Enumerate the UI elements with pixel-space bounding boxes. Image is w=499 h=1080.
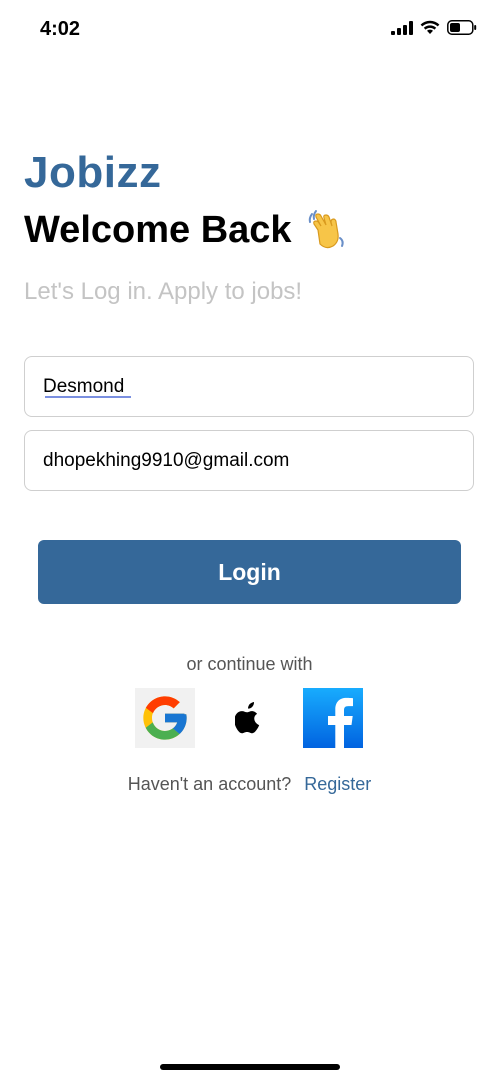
status-icons: [391, 20, 477, 35]
email-field[interactable]: [24, 430, 474, 491]
home-indicator[interactable]: [160, 1064, 340, 1070]
login-screen: 4:02 Jobizz Welcome Back Let's Log in. A…: [0, 0, 499, 1080]
apple-icon: [235, 702, 260, 734]
spellcheck-underline: [45, 396, 131, 398]
waving-hand-icon: [308, 210, 344, 249]
cellular-signal-icon: [391, 20, 413, 35]
name-field[interactable]: [24, 356, 474, 417]
apple-login-button[interactable]: [219, 688, 279, 748]
wifi-icon: [420, 20, 440, 34]
facebook-login-button[interactable]: [303, 688, 363, 748]
google-icon: [143, 696, 187, 740]
brand-logo-text: Jobizz: [24, 148, 162, 197]
continue-with-label: or continue with: [186, 654, 313, 674]
login-button[interactable]: Login: [38, 540, 461, 604]
subtitle: Let's Log in. Apply to jobs!: [24, 278, 303, 305]
welcome-title: Welcome Back: [24, 208, 292, 251]
name-input[interactable]: [43, 375, 455, 398]
welcome-row: Welcome Back: [24, 208, 348, 252]
status-bar: 4:02: [0, 0, 499, 60]
register-prompt: Haven't an account?: [127, 774, 292, 794]
google-login-button[interactable]: [135, 688, 195, 748]
register-link[interactable]: Register: [304, 774, 371, 794]
status-time: 4:02: [40, 18, 81, 40]
battery-icon: [447, 20, 477, 35]
facebook-icon: [303, 688, 363, 748]
register-row: Haven't an account? Register: [0, 774, 499, 795]
email-input[interactable]: [43, 449, 455, 472]
